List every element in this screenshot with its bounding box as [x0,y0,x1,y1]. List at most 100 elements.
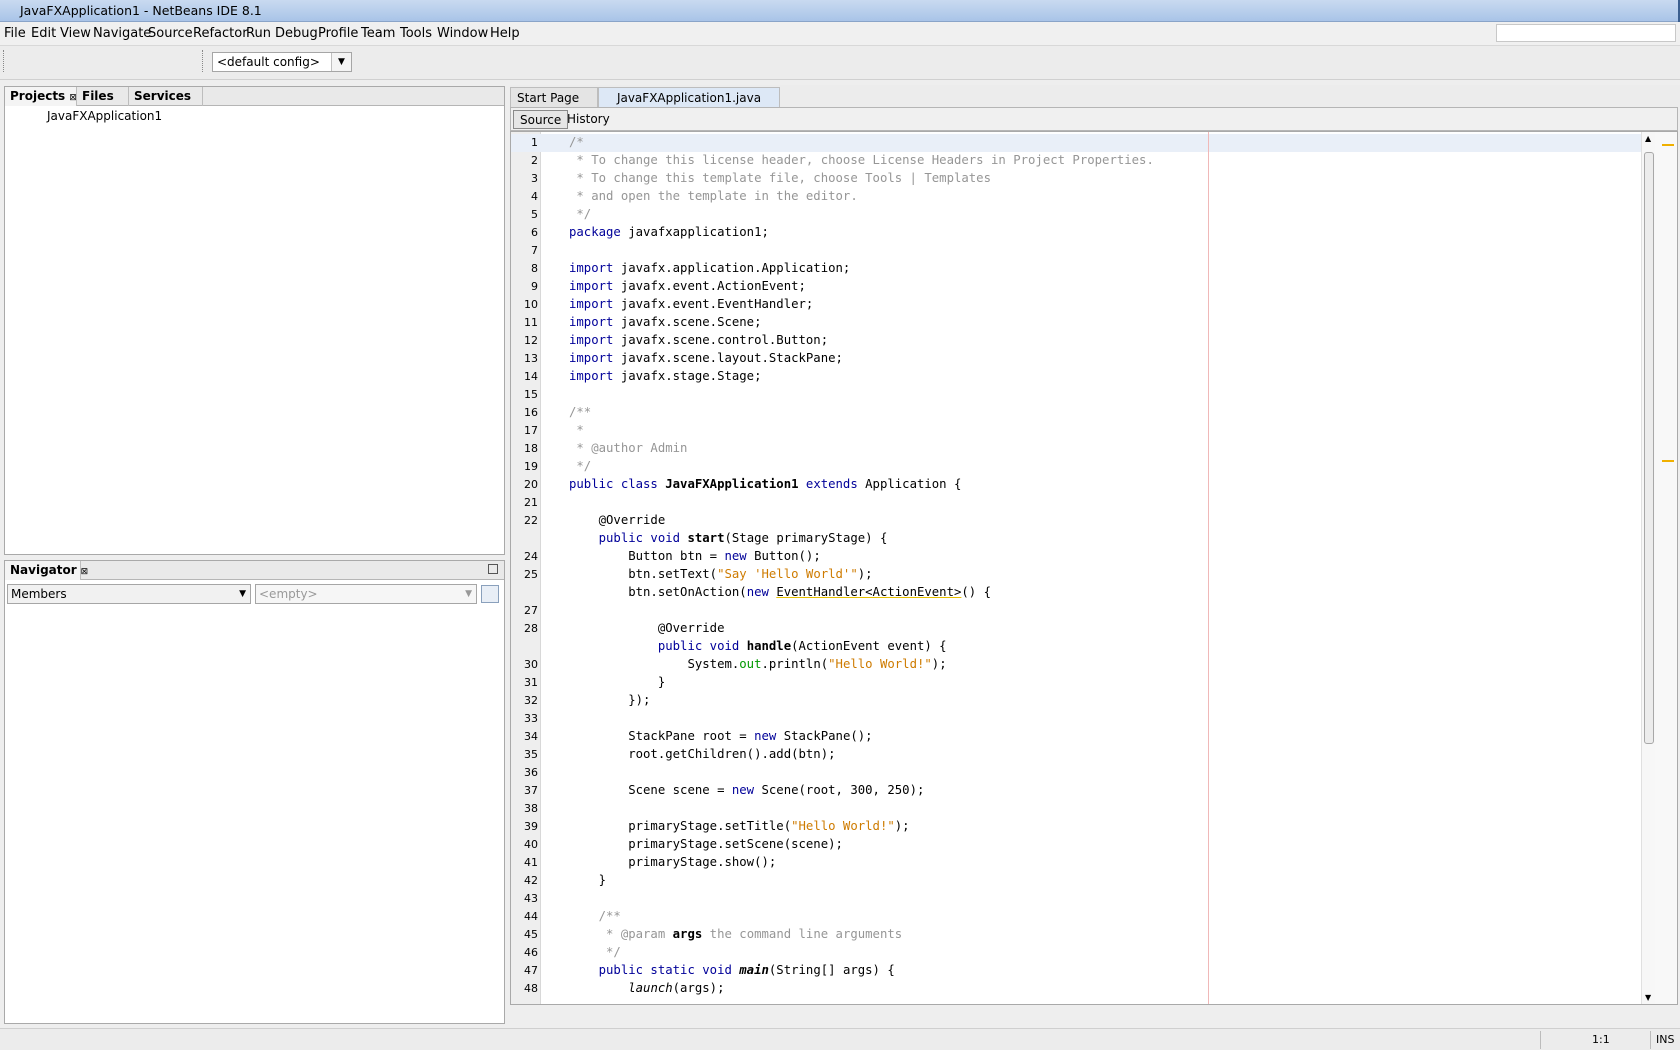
code-line[interactable]: 15 [511,386,1651,404]
code-line[interactable]: 45 * @param args the command line argume… [511,926,1651,944]
menu-edit[interactable]: Edit [31,26,56,41]
scrollbar-thumb[interactable] [1644,152,1654,744]
code-line[interactable]: 46 */ [511,944,1651,962]
minimize-icon[interactable] [488,564,498,574]
tab-projects[interactable]: Projects ⊠ [5,87,77,106]
code-line[interactable]: 5 */ [511,206,1651,224]
toolbar-grip[interactable] [202,50,204,72]
tab-javafxapplication1-java[interactable]: JavaFXApplication1.java [598,87,780,107]
navigator-member-select[interactable]: <empty> ▼ [255,584,477,604]
code-line[interactable]: 41 primaryStage.show(); [511,854,1651,872]
code-line[interactable]: 10 import javafx.event.EventHandler; [511,296,1651,314]
code-text[interactable]: * @param args the command line arguments [569,927,902,941]
code-text[interactable]: btn.setText("Say 'Hello World'"); [569,567,872,581]
code-line[interactable]: 6 package javafxapplication1; [511,224,1651,242]
code-text[interactable]: * [569,423,583,437]
code-line[interactable]: 14 import javafx.stage.Stage; [511,368,1651,386]
code-line[interactable]: 36 [511,764,1651,782]
code-text[interactable]: System.out.println("Hello World!"); [569,657,946,671]
code-line[interactable]: 39 primaryStage.setTitle("Hello World!")… [511,818,1651,836]
code-text[interactable]: StackPane root = new StackPane(); [569,729,872,743]
subtab-history[interactable]: History [561,110,616,129]
code-line[interactable]: 38 [511,800,1651,818]
menu-profile[interactable]: Profile [318,26,358,41]
code-text[interactable]: Scene scene = new Scene(root, 300, 250); [569,783,924,797]
code-line[interactable]: 35 root.getChildren().add(btn); [511,746,1651,764]
code-line[interactable]: 21 [511,494,1651,512]
code-text[interactable]: /** [569,909,621,923]
menu-tools[interactable]: Tools [400,26,432,41]
code-line[interactable]: 43 [511,890,1651,908]
code-line[interactable]: 1 /* [511,134,1651,152]
error-stripe[interactable] [1655,132,1677,1004]
quick-search-input[interactable] [1496,24,1676,42]
code-line[interactable]: 44 /** [511,908,1651,926]
code-text[interactable]: @Override [569,621,725,635]
code-line[interactable]: 2 * To change this license header, choos… [511,152,1651,170]
chevron-down-icon[interactable]: ▼ [465,589,472,599]
menu-source[interactable]: Source [148,26,193,41]
code-text[interactable]: public class JavaFXApplication1 extends … [569,477,961,491]
toolbar-grip[interactable] [3,50,5,72]
code-line[interactable]: 37 Scene scene = new Scene(root, 300, 25… [511,782,1651,800]
tab-services[interactable]: Services [129,87,203,106]
code-text[interactable]: import javafx.scene.Scene; [569,315,762,329]
code-editor[interactable]: 1 /* 2 * To change this license header, ch… [510,131,1678,1005]
code-text[interactable]: root.getChildren().add(btn); [569,747,835,761]
code-text[interactable]: /* [569,135,584,149]
code-text[interactable]: @Override [569,513,666,527]
vertical-scrollbar[interactable]: ▲ ▼ [1641,132,1655,1004]
code-line[interactable]: 17 * [511,422,1651,440]
scroll-up-icon[interactable]: ▲ [1645,134,1651,143]
code-text[interactable]: import javafx.scene.layout.StackPane; [569,351,843,365]
navigator-options-icon[interactable] [481,585,499,603]
code-line[interactable]: 30 System.out.println("Hello World!"); [511,656,1651,674]
code-text[interactable]: primaryStage.show(); [569,855,776,869]
code-line[interactable]: 9 import javafx.event.ActionEvent; [511,278,1651,296]
code-line[interactable]: 4 * and open the template in the editor. [511,188,1651,206]
code-line[interactable]: 18 * @author Admin [511,440,1651,458]
close-icon[interactable]: ⊠ [69,93,77,103]
tab-files[interactable]: Files [77,87,129,106]
navigator-filter-select[interactable]: Members ▼ [7,584,251,604]
code-text[interactable]: * To change this license header, choose … [569,153,1153,167]
code-text[interactable]: public void start(Stage primaryStage) { [569,531,888,545]
code-text[interactable]: */ [569,207,591,221]
code-line[interactable]: 28 @Override [511,620,1651,638]
code-line[interactable]: 42 } [511,872,1651,890]
code-text[interactable]: Button btn = new Button(); [569,549,821,563]
code-text[interactable]: import javafx.event.EventHandler; [569,297,813,311]
code-text[interactable]: */ [569,459,591,473]
code-text[interactable]: public void handle(ActionEvent event) { [569,639,947,653]
code-line[interactable]: public void start(Stage primaryStage) { [511,530,1651,548]
menu-window[interactable]: Window [437,26,488,41]
menu-file[interactable]: File [4,26,26,41]
code-line[interactable]: 8 import javafx.application.Application; [511,260,1651,278]
code-line[interactable]: 34 StackPane root = new StackPane(); [511,728,1651,746]
error-stripe-mark[interactable] [1662,460,1674,462]
code-line[interactable]: 32 }); [511,692,1651,710]
menu-debug[interactable]: Debug [275,26,318,41]
code-text[interactable]: import javafx.application.Application; [569,261,850,275]
code-line[interactable]: 33 [511,710,1651,728]
code-line[interactable]: 12 import javafx.scene.control.Button; [511,332,1651,350]
scroll-down-icon[interactable]: ▼ [1645,993,1651,1002]
code-text[interactable]: } [569,675,665,689]
chevron-down-icon[interactable]: ▼ [239,589,246,599]
code-text[interactable]: public static void main(String[] args) { [569,963,895,977]
code-text[interactable]: primaryStage.setScene(scene); [569,837,843,851]
menu-run[interactable]: Run [246,26,271,41]
code-line[interactable]: 48 launch(args); [511,980,1651,998]
code-line[interactable]: btn.setOnAction(new EventHandler<ActionE… [511,584,1651,602]
code-text[interactable]: * @author Admin [569,441,687,455]
code-text[interactable]: launch(args); [569,981,724,995]
subtab-source[interactable]: Source [513,110,569,129]
code-text[interactable]: btn.setOnAction(new EventHandler<ActionE… [569,585,991,599]
config-select[interactable]: <default config> ▼ [212,52,352,72]
code-text[interactable]: package javafxapplication1; [569,225,769,239]
code-line[interactable]: 31 } [511,674,1651,692]
code-line[interactable]: 25 btn.setText("Say 'Hello World'"); [511,566,1651,584]
close-icon[interactable]: ⊠ [81,567,89,577]
code-line[interactable]: 27 [511,602,1651,620]
code-line[interactable]: 47 public static void main(String[] args… [511,962,1651,980]
